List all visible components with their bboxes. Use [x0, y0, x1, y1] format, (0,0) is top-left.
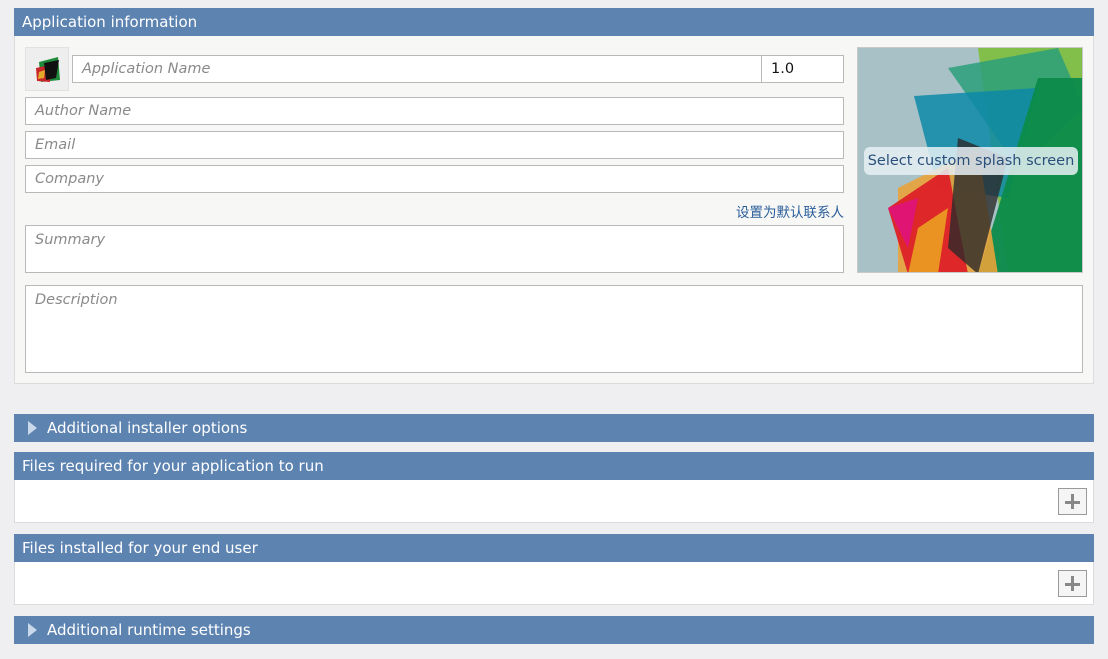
set-default-contact-link[interactable]: 设置为默认联系人	[736, 201, 844, 221]
installer-options-label: Additional installer options	[47, 419, 248, 437]
splash-screen-selector[interactable]: Select custom splash screen	[857, 47, 1083, 273]
app-name-input[interactable]: Application Name	[72, 55, 762, 83]
runtime-settings-label: Additional runtime settings	[47, 621, 251, 639]
add-required-file-button[interactable]	[1058, 488, 1087, 515]
summary-input[interactable]: Summary	[25, 225, 844, 273]
author-input[interactable]: Author Name	[25, 97, 844, 125]
description-placeholder: Description	[35, 292, 118, 308]
app-logo-icon	[36, 57, 60, 82]
company-placeholder: Company	[35, 171, 104, 187]
author-placeholder: Author Name	[35, 103, 132, 119]
email-input[interactable]: Email	[25, 131, 844, 159]
version-value: 1.0	[771, 61, 795, 77]
add-installed-file-button[interactable]	[1058, 570, 1087, 597]
app-info-header-label: Application information	[22, 13, 198, 31]
runtime-settings-header[interactable]: Additional runtime settings	[14, 616, 1094, 644]
files-required-panel	[14, 480, 1094, 523]
files-installed-label: Files installed for your end user	[22, 539, 258, 557]
files-installed-panel	[14, 562, 1094, 605]
app-name-placeholder: Application Name	[82, 61, 211, 77]
files-required-header: Files required for your application to r…	[14, 452, 1094, 480]
description-input[interactable]: Description	[25, 285, 1083, 373]
splash-label: Select custom splash screen	[864, 147, 1078, 175]
version-input[interactable]: 1.0	[761, 55, 844, 83]
files-required-label: Files required for your application to r…	[22, 457, 324, 475]
summary-placeholder: Summary	[35, 232, 106, 248]
app-icon[interactable]	[25, 47, 69, 91]
files-installed-header: Files installed for your end user	[14, 534, 1094, 562]
company-input[interactable]: Company	[25, 165, 844, 193]
expand-triangle-icon	[28, 421, 37, 435]
email-placeholder: Email	[35, 137, 76, 153]
installer-options-header[interactable]: Additional installer options	[14, 414, 1094, 442]
app-info-header: Application information	[14, 8, 1094, 36]
expand-triangle-icon	[28, 623, 37, 637]
